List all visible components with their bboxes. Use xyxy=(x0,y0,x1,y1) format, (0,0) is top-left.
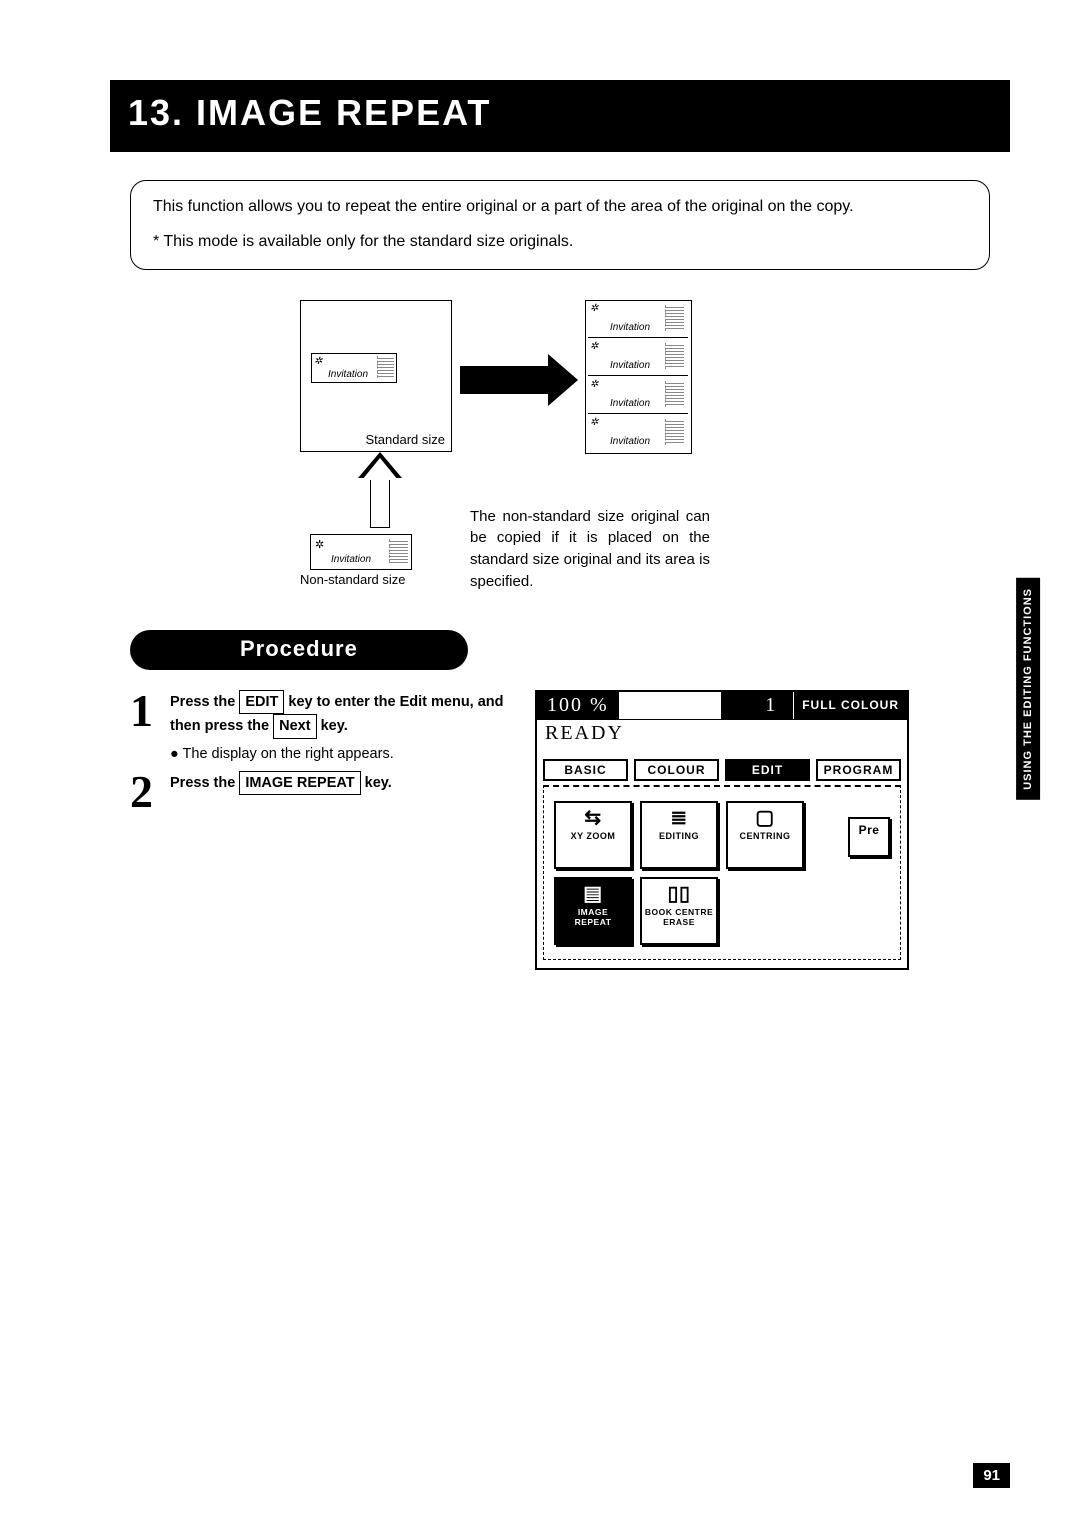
arrow-up-icon xyxy=(360,454,400,530)
invitation-repeat-3: ✲ Invitation xyxy=(588,377,688,414)
tab-colour[interactable]: COLOUR xyxy=(634,759,719,781)
invitation-repeat-4: ✲ Invitation xyxy=(588,415,688,451)
centring-button[interactable]: ▢ CENTRING xyxy=(726,801,804,869)
panel-spacer xyxy=(620,692,722,719)
copy-count: 1 xyxy=(721,692,794,719)
editing-button[interactable]: ≣ EDITING xyxy=(640,801,718,869)
nonstandard-caption: Non-standard size xyxy=(300,572,406,587)
image-repeat-key: IMAGE REPEAT xyxy=(239,771,360,795)
editing-icon: ≣ xyxy=(644,807,714,829)
centring-label: CENTRING xyxy=(740,831,791,841)
step-number-1: 1 xyxy=(130,684,153,737)
panel-tabs: BASIC COLOUR EDIT PROGRAM xyxy=(537,759,907,781)
next-key: Next xyxy=(273,714,316,738)
pattern-icon xyxy=(389,539,408,563)
tab-edit[interactable]: EDIT xyxy=(725,759,810,781)
book-centre-erase-button[interactable]: ▯▯ BOOK CENTRE ERASE xyxy=(640,877,718,945)
gear-icon: ✲ xyxy=(590,303,598,314)
editing-label: EDITING xyxy=(659,831,699,841)
step-1-text: Press the EDIT key to enter the Edit men… xyxy=(170,690,530,765)
tab-program[interactable]: PROGRAM xyxy=(816,759,901,781)
step-1-sub: ● The display on the right appears. xyxy=(170,743,530,765)
section-side-tab: USING THE EDITING FUNCTIONS xyxy=(1016,578,1040,800)
nonstandard-note: The non-standard size original can be co… xyxy=(470,506,710,593)
tab-basic[interactable]: BASIC xyxy=(543,759,628,781)
empty-cell xyxy=(726,877,804,945)
pattern-icon xyxy=(665,305,684,331)
invitation-label: Invitation xyxy=(610,436,650,447)
pre-label: Pre xyxy=(859,823,880,837)
step-1: 1 Press the EDIT key to enter the Edit m… xyxy=(130,690,530,765)
step-1-post: key. xyxy=(321,718,348,734)
intro-box: This function allows you to repeat the e… xyxy=(130,180,990,270)
page: 13. IMAGE REPEAT This function allows yo… xyxy=(0,0,1080,1528)
panel-top-row: 100 % 1 FULL COLOUR xyxy=(537,692,907,720)
intro-note: * This mode is available only for the st… xyxy=(153,230,967,255)
diagram-area: ✲ Invitation Standard size ✲ Invitation … xyxy=(110,290,1010,630)
invitation-repeat-2: ✲ Invitation xyxy=(588,339,688,376)
xy-zoom-button[interactable]: ⇆ XY ZOOM xyxy=(554,801,632,869)
image-repeat-button[interactable]: ▤ IMAGE REPEAT xyxy=(554,877,632,945)
centring-icon: ▢ xyxy=(730,807,800,829)
pattern-icon xyxy=(377,356,394,378)
standard-size-caption: Standard size xyxy=(366,432,446,447)
panel-button-grid: ⇆ XY ZOOM ≣ EDITING ▢ CENTRING Pre ▤ IMA… xyxy=(543,785,901,960)
steps-area: 1 Press the EDIT key to enter the Edit m… xyxy=(130,690,1010,831)
gear-icon: ✲ xyxy=(590,341,598,352)
page-number: 91 xyxy=(973,1463,1010,1488)
copier-display-panel: 100 % 1 FULL COLOUR READY BASIC COLOUR E… xyxy=(535,690,909,970)
ready-status: READY xyxy=(537,720,907,759)
invitation-label: Invitation xyxy=(610,360,650,371)
invitation-label: Invitation xyxy=(331,554,371,565)
step-1-pre: Press the xyxy=(170,694,235,710)
colour-mode: FULL COLOUR xyxy=(794,692,907,719)
repeated-output-box: ✲ Invitation ✲ Invitation ✲ Invitation ✲… xyxy=(585,300,692,454)
empty-cell xyxy=(812,877,890,945)
intro-description: This function allows you to repeat the e… xyxy=(153,195,967,220)
gear-icon: ✲ xyxy=(314,356,322,367)
invitation-label: Invitation xyxy=(610,322,650,333)
zoom-value: 100 % xyxy=(537,692,620,719)
pre-button[interactable]: Pre xyxy=(848,817,890,857)
edit-key: EDIT xyxy=(239,690,284,714)
pattern-icon xyxy=(665,381,684,407)
pattern-icon xyxy=(665,343,684,369)
standard-original-box: ✲ Invitation Standard size xyxy=(300,300,452,452)
step-2: 2 Press the IMAGE REPEAT key. xyxy=(130,771,530,831)
step-2-text: Press the IMAGE REPEAT key. xyxy=(170,771,530,795)
invitation-repeat-1: ✲ Invitation xyxy=(588,301,688,338)
book-centre-label: BOOK CENTRE ERASE xyxy=(645,907,713,927)
invitation-label: Invitation xyxy=(610,398,650,409)
pattern-icon xyxy=(665,419,684,445)
invitation-card: ✲ Invitation xyxy=(311,353,397,383)
book-centre-icon: ▯▯ xyxy=(644,883,714,905)
xy-zoom-label: XY ZOOM xyxy=(571,831,616,841)
procedure-heading: Procedure xyxy=(130,630,468,670)
gear-icon: ✲ xyxy=(590,417,598,428)
step-2-post: key. xyxy=(365,775,392,791)
xy-zoom-icon: ⇆ xyxy=(558,807,628,829)
nonstandard-card: ✲ Invitation xyxy=(310,534,412,570)
bullet-icon: ● xyxy=(170,746,179,762)
step-number-2: 2 xyxy=(130,765,153,818)
gear-icon: ✲ xyxy=(590,379,598,390)
step-1-sub-text: The display on the right appears. xyxy=(183,746,394,762)
step-2-pre: Press the xyxy=(170,775,239,791)
invitation-label: Invitation xyxy=(328,369,368,380)
gear-icon: ✲ xyxy=(315,538,324,551)
image-repeat-label: IMAGE REPEAT xyxy=(575,907,612,927)
title-underline xyxy=(110,148,1010,152)
image-repeat-icon: ▤ xyxy=(558,883,628,905)
section-title: 13. IMAGE REPEAT xyxy=(110,80,1010,148)
